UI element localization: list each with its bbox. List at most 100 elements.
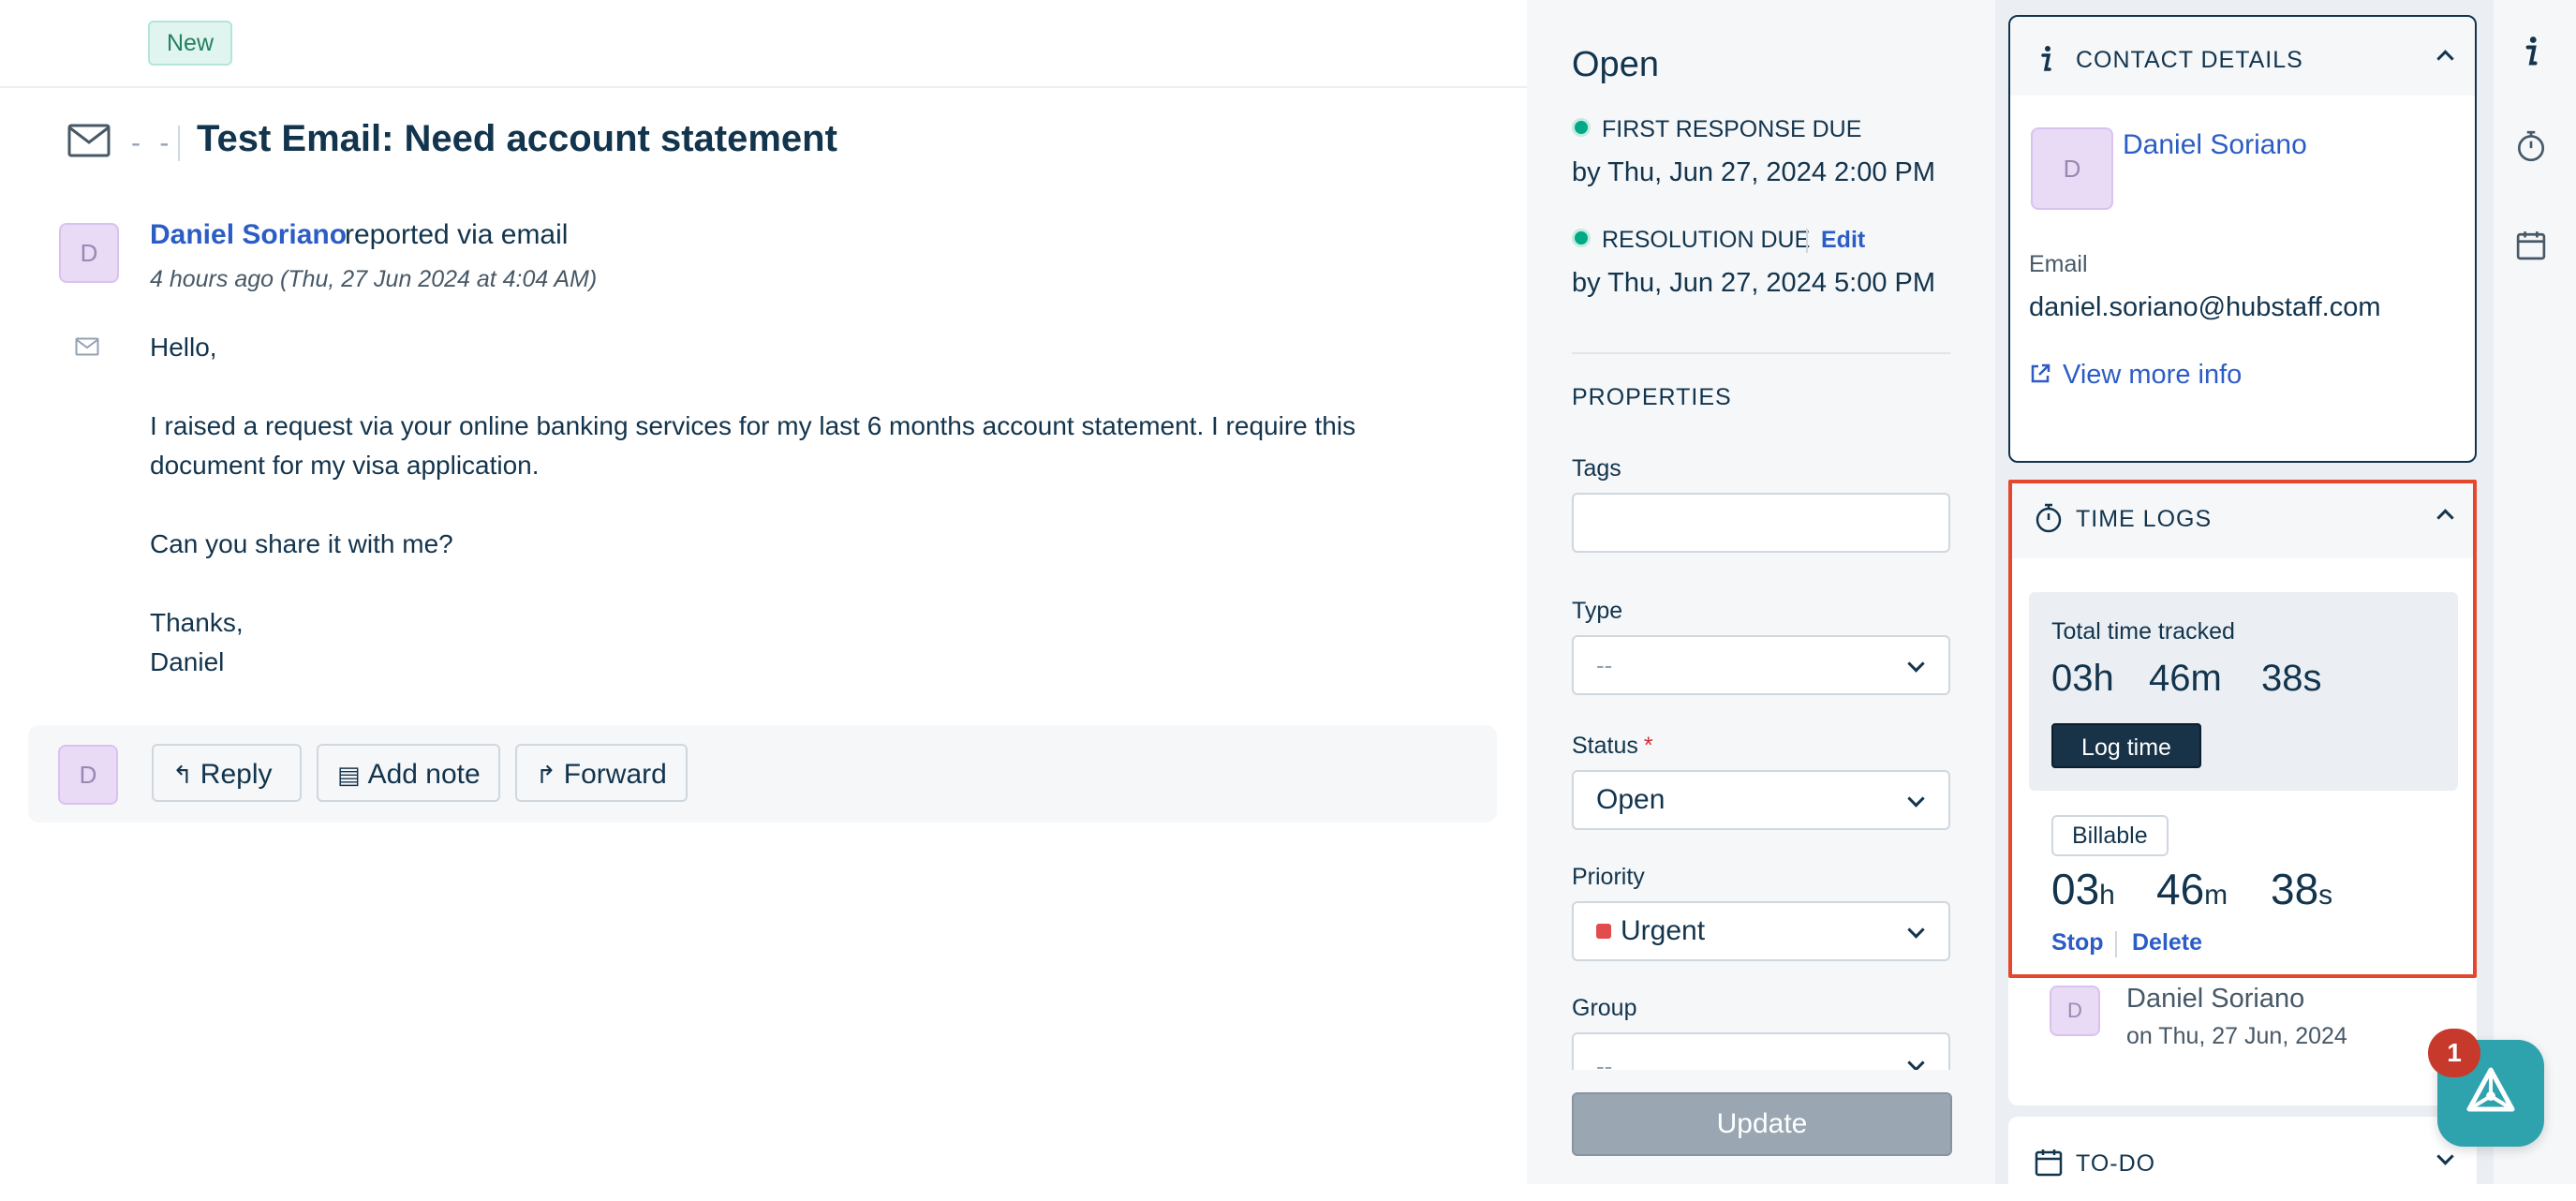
billable-badge: Billable (2051, 815, 2169, 856)
forward-button[interactable]: ↱ Forward (515, 744, 688, 802)
small-envelope-icon (75, 337, 99, 356)
seconds-unit: s (2318, 880, 2333, 911)
running-minutes: 46m (2156, 864, 2228, 914)
log-time-button[interactable]: Log time (2051, 723, 2201, 768)
resolution-value: by Thu, Jun 27, 2024 5:00 PM (1572, 268, 1936, 298)
status-label-text: Status (1572, 733, 1638, 759)
message-line: Daniel (150, 647, 225, 676)
type-select[interactable]: -- (1572, 635, 1950, 695)
status-select[interactable]: Open (1572, 770, 1950, 830)
reply-button[interactable]: ↰ Reply (152, 744, 302, 802)
reply-icon: ↰ (172, 761, 193, 789)
stopwatch-icon (2036, 503, 2062, 533)
forward-icon: ↱ (536, 761, 556, 789)
sla-ok-dot-icon (1572, 118, 1591, 137)
type-value: -- (1596, 651, 1613, 679)
resolution-label: RESOLUTION DUE (1602, 227, 1811, 253)
add-note-label: Add note (367, 759, 481, 790)
chevron-down-icon (1907, 790, 1925, 808)
ticket-conversation-panel: New - - Test Email: Need account stateme… (0, 0, 1527, 1184)
priority-value: Urgent (1596, 903, 1705, 959)
note-icon: ▤ (337, 761, 361, 789)
reply-label: Reply (200, 759, 273, 790)
reported-via-text: reported via email (345, 219, 569, 250)
hours-unit: h (2099, 880, 2115, 911)
priority-label: Priority (1572, 864, 1645, 890)
envelope-icon (67, 124, 111, 157)
message-line: Can you share it with me? (150, 529, 453, 558)
ticket-status-heading: Open (1572, 45, 1659, 84)
priority-select[interactable]: Urgent (1572, 901, 1950, 961)
time-logs-title: TIME LOGS (2076, 506, 2213, 532)
calendar-icon (2035, 1149, 2063, 1177)
running-hours-value: 03 (2051, 865, 2100, 913)
contact-details-title: CONTACT DETAILS (2076, 47, 2303, 73)
divider (2115, 931, 2117, 957)
stopwatch-icon[interactable] (2516, 129, 2546, 163)
type-label: Type (1572, 598, 1623, 624)
edit-sla-link[interactable]: Edit (1821, 227, 1865, 254)
status-badge-new: New (148, 21, 233, 66)
update-button[interactable]: Update (1572, 1092, 1952, 1156)
contact-details-card (2008, 15, 2477, 463)
section-divider (1572, 352, 1950, 354)
total-hours: 03h (2051, 658, 2114, 699)
status-value: Open (1596, 784, 1666, 815)
chevron-down-icon (1907, 655, 1925, 673)
group-value: -- (1596, 1052, 1613, 1070)
contact-avatar: D (2031, 127, 2113, 210)
agent-avatar: D (58, 745, 118, 805)
email-label: Email (2029, 251, 2088, 277)
contact-name-link[interactable]: Daniel Soriano (2123, 129, 2307, 161)
tags-input[interactable] (1572, 493, 1950, 553)
first-response-label: FIRST RESPONSE DUE (1602, 116, 1862, 142)
add-note-button[interactable]: ▤ Add note (317, 744, 500, 802)
subject-divider (178, 126, 180, 161)
group-select[interactable]: -- (1572, 1032, 1950, 1070)
required-marker: * (1643, 733, 1653, 759)
external-link-icon (2031, 363, 2050, 383)
status-label: Status * (1572, 733, 1653, 760)
priority-urgent-icon (1596, 924, 1611, 939)
delete-timer-link[interactable]: Delete (2132, 929, 2202, 956)
view-more-info-link[interactable]: View more info (2029, 360, 2242, 391)
total-minutes: 46m (2149, 658, 2222, 699)
total-seconds: 38s (2261, 658, 2322, 699)
first-response-value: by Thu, Jun 27, 2024 2:00 PM (1572, 157, 1936, 187)
chevron-down-icon (1907, 921, 1925, 939)
widget-rail (2492, 0, 2576, 1184)
todo-title: TO-DO (2076, 1150, 2156, 1177)
total-time-label: Total time tracked (2051, 618, 2235, 645)
calendar-icon[interactable] (2516, 230, 2546, 260)
properties-heading: PROPERTIES (1572, 384, 1732, 410)
running-hours: 03h (2051, 864, 2115, 914)
contact-email: daniel.soriano@hubstaff.com (2029, 292, 2381, 322)
subject-prefix: - - (131, 127, 175, 158)
view-more-label: View more info (2063, 360, 2243, 390)
divider (1806, 229, 1808, 253)
forward-label: Forward (563, 759, 667, 790)
message-line: Hello, (150, 333, 217, 362)
message-timestamp: 4 hours ago (Thu, 27 Jun 2024 at 4:04 AM… (150, 266, 598, 292)
info-icon (2041, 46, 2051, 71)
notification-count-badge: 1 (2428, 1029, 2480, 1077)
avatar: D (59, 223, 119, 283)
minutes-unit: m (2204, 880, 2228, 911)
stop-timer-link[interactable]: Stop (2051, 929, 2104, 956)
time-entry-user: Daniel Soriano (2126, 984, 2305, 1014)
priority-value-text: Urgent (1621, 915, 1706, 946)
tags-label: Tags (1572, 455, 1621, 482)
message-line: Thanks, (150, 608, 244, 637)
time-entry-date: on Thu, 27 Jun, 2024 (2126, 1023, 2347, 1049)
running-seconds-value: 38 (2271, 865, 2319, 913)
running-minutes-value: 46 (2156, 865, 2205, 913)
sender-link[interactable]: Daniel Soriano (150, 219, 347, 251)
message-line: document for my visa application. (150, 451, 540, 480)
time-entry-avatar: D (2050, 986, 2100, 1036)
chevron-down-icon (1907, 1054, 1925, 1070)
running-seconds: 38s (2271, 864, 2332, 914)
ticket-subject: Test Email: Need account statement (197, 118, 837, 159)
info-icon[interactable] (2520, 36, 2542, 67)
message-line: I raised a request via your online banki… (150, 411, 1356, 440)
sla-ok-dot-icon (1572, 229, 1591, 247)
